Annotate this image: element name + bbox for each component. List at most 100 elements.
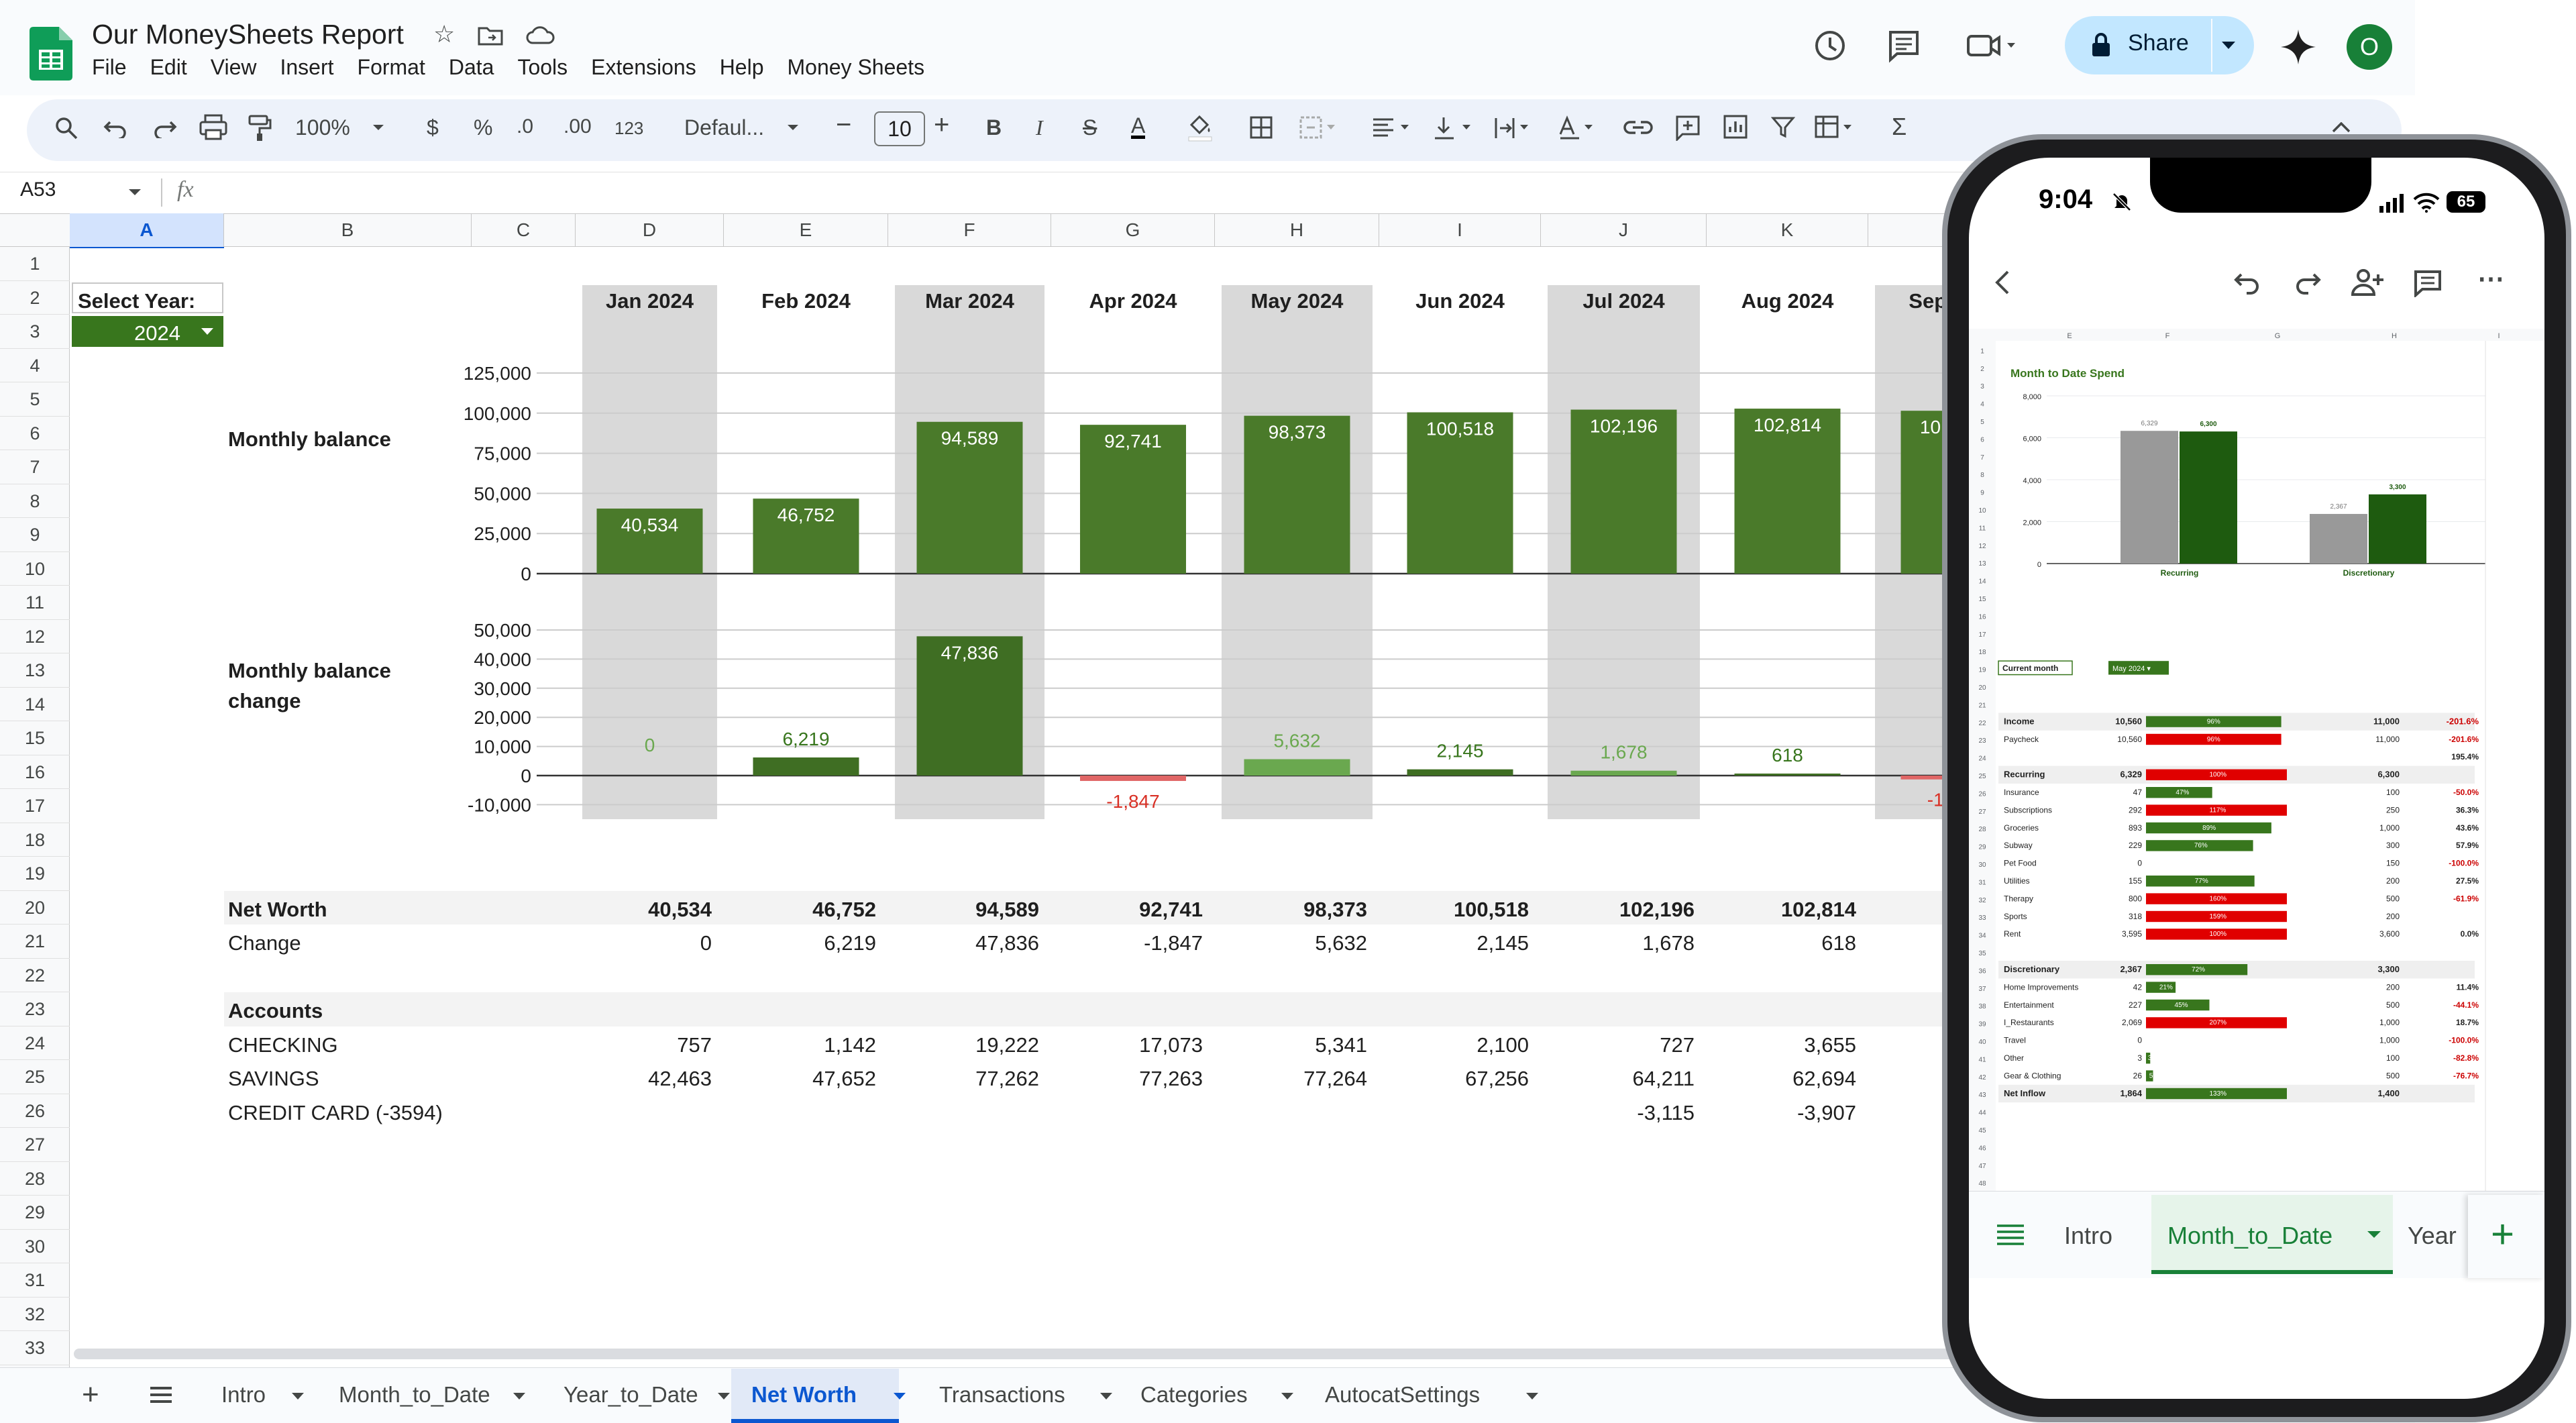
phone-chart-bar[interactable]: [2310, 514, 2367, 564]
horizontal-align-icon[interactable]: [1371, 115, 1414, 140]
row-header-2[interactable]: 2: [0, 281, 70, 315]
zoom-select[interactable]: 100%: [295, 115, 350, 140]
insert-chart-icon[interactable]: [1723, 114, 1748, 140]
share-dropdown-icon[interactable]: [2219, 39, 2238, 52]
sheet-tab-dropdown-icon[interactable]: [513, 1393, 525, 1400]
add-sheet-icon[interactable]: +: [82, 1378, 99, 1412]
row-header-8[interactable]: 8: [0, 484, 70, 518]
text-wrapping-icon[interactable]: [1493, 115, 1536, 141]
sheet-tab-dropdown-icon[interactable]: [1281, 1393, 1293, 1400]
font-dropdown-icon[interactable]: [786, 123, 800, 131]
column-header-i[interactable]: I: [1379, 213, 1541, 247]
row-header-21[interactable]: 21: [0, 925, 70, 959]
functions-button[interactable]: Σ: [1892, 113, 1907, 141]
horizontal-scrollbar[interactable]: [74, 1349, 2127, 1359]
row-header-1[interactable]: 1: [0, 247, 70, 281]
row-header-3[interactable]: 3: [0, 315, 70, 349]
phone-comments-icon[interactable]: [2413, 269, 2443, 297]
menu-tools[interactable]: Tools: [517, 55, 568, 85]
menu-extensions[interactable]: Extensions: [591, 55, 696, 85]
phone-add-sheet-icon[interactable]: +: [2491, 1211, 2514, 1257]
undo-icon[interactable]: [103, 117, 127, 138]
net-worth-charts[interactable]: 125,000 100,000 75,000 50,000 25,000 0 40,534 4…: [70, 247, 2129, 891]
phone-share-person-icon[interactable]: [2350, 268, 2385, 297]
sheet-tab-dropdown-icon[interactable]: [718, 1393, 730, 1400]
row-header-24[interactable]: 24: [0, 1026, 70, 1060]
column-header-f[interactable]: F: [888, 213, 1051, 247]
sheet-tab-net-worth[interactable]: Net Worth: [751, 1382, 857, 1408]
phone-more-icon[interactable]: ⋯: [2477, 264, 2504, 295]
row-header-19[interactable]: 19: [0, 857, 70, 891]
paint-format-icon[interactable]: [247, 114, 274, 142]
gemini-sparkle-icon[interactable]: [2279, 28, 2317, 66]
search-menus-icon[interactable]: [54, 115, 79, 141]
menu-insert[interactable]: Insert: [280, 55, 333, 85]
column-header-a[interactable]: A: [70, 213, 224, 247]
collapse-toolbar-icon[interactable]: [2332, 122, 2351, 133]
phone-redo-icon[interactable]: [2294, 269, 2322, 296]
row-header-29[interactable]: 29: [0, 1196, 70, 1230]
merge-cells-icon[interactable]: [1299, 115, 1339, 140]
bold-button[interactable]: B: [986, 115, 1002, 140]
sheet-tab-month-to-date[interactable]: Month_to_Date: [339, 1382, 490, 1408]
row-header-15[interactable]: 15: [0, 721, 70, 755]
vertical-align-icon[interactable]: [1433, 115, 1476, 141]
row-header-23[interactable]: 23: [0, 992, 70, 1026]
star-icon[interactable]: ☆: [433, 20, 455, 48]
back-chevron-icon[interactable]: [1993, 269, 2013, 296]
redo-icon[interactable]: [153, 117, 177, 138]
sheet-tab-dropdown-icon[interactable]: [1100, 1393, 1112, 1400]
version-history-icon[interactable]: [1811, 27, 1849, 64]
all-sheets-icon[interactable]: [148, 1385, 174, 1405]
row-header-32[interactable]: 32: [0, 1298, 70, 1331]
change-bar[interactable]: [1407, 769, 1513, 776]
font-family-select[interactable]: Defaul...: [684, 115, 764, 140]
phone-tab-year[interactable]: Year: [2408, 1222, 2457, 1250]
menu-data[interactable]: Data: [449, 55, 494, 85]
change-bar[interactable]: [1570, 770, 1677, 776]
more-formats-button[interactable]: 123: [614, 118, 643, 139]
row-header-20[interactable]: 20: [0, 891, 70, 925]
comments-icon[interactable]: [1886, 28, 1921, 63]
create-filter-icon[interactable]: [1771, 115, 1795, 140]
column-header-b[interactable]: B: [224, 213, 472, 247]
row-header-10[interactable]: 10: [0, 552, 70, 586]
name-box[interactable]: A53: [20, 178, 56, 201]
increase-font-size-icon[interactable]: +: [934, 110, 949, 140]
currency-format-button[interactable]: $: [427, 115, 439, 140]
change-bar[interactable]: [1244, 759, 1350, 776]
row-header-13[interactable]: 13: [0, 653, 70, 688]
text-color-button[interactable]: A: [1131, 115, 1146, 139]
sheet-tab-transactions[interactable]: Transactions: [939, 1382, 1065, 1408]
sheet-tab-dropdown-icon[interactable]: [894, 1393, 906, 1400]
row-header-4[interactable]: 4: [0, 349, 70, 382]
phone-chart-bar[interactable]: [2180, 431, 2237, 564]
column-header-h[interactable]: H: [1215, 213, 1379, 247]
phone-all-sheets-icon[interactable]: [1996, 1223, 2025, 1246]
decrease-font-size-icon[interactable]: −: [836, 110, 851, 140]
sheets-logo-icon[interactable]: [30, 27, 72, 81]
decrease-decimal-button[interactable]: .0: [517, 115, 533, 138]
text-rotation-icon[interactable]: [1558, 114, 1601, 141]
phone-tab-month-to-date[interactable]: Month_to_Date: [2167, 1222, 2332, 1250]
menu-file[interactable]: File: [92, 55, 127, 85]
sheet-tab-dropdown-icon[interactable]: [292, 1393, 304, 1400]
borders-icon[interactable]: [1249, 115, 1273, 140]
row-header-25[interactable]: 25: [0, 1060, 70, 1094]
row-header-9[interactable]: 9: [0, 518, 70, 552]
phone-tab-dropdown-icon[interactable]: [2366, 1230, 2382, 1239]
document-title[interactable]: Our MoneySheets Report: [92, 19, 404, 50]
move-folder-icon[interactable]: [478, 25, 503, 46]
name-box-dropdown-icon[interactable]: [127, 188, 142, 197]
row-header-30[interactable]: 30: [0, 1230, 70, 1263]
phone-undo-icon[interactable]: [2233, 269, 2261, 296]
column-header-k[interactable]: K: [1707, 213, 1868, 247]
filter-views-icon[interactable]: [1814, 114, 1865, 141]
sheet-tab-autocatsettings[interactable]: AutocatSettings: [1325, 1382, 1480, 1408]
column-header-e[interactable]: E: [724, 213, 888, 247]
row-header-31[interactable]: 31: [0, 1263, 70, 1298]
sheet-tab-dropdown-icon[interactable]: [1526, 1393, 1538, 1400]
row-header-12[interactable]: 12: [0, 620, 70, 653]
cloud-status-icon[interactable]: [526, 25, 555, 46]
phone-chart-bar[interactable]: [2121, 431, 2178, 564]
